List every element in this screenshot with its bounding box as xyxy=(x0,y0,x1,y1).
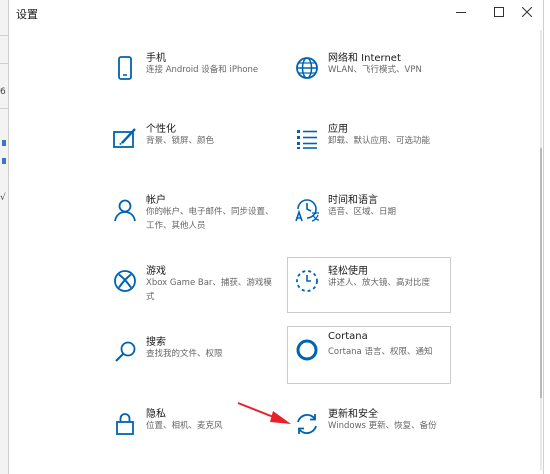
settings-window: 设置 手机 连接 Android 设备和 iPhone 网络和 Internet… xyxy=(8,0,544,474)
settings-tile-ease-of-access[interactable]: 轻松使用 讲述人、放大镜、高对比度 xyxy=(287,257,451,313)
background-glyph: √ xyxy=(0,193,6,203)
settings-tile-cortana[interactable]: Cortana Cortana 语言、权限、通知 xyxy=(287,326,451,384)
tile-title: 轻松使用 xyxy=(328,266,368,277)
tile-title: 网络和 Internet xyxy=(328,53,401,64)
tile-title: 时间和语言 xyxy=(328,195,378,206)
background-divider xyxy=(0,63,8,64)
tile-title: 帐户 xyxy=(146,195,166,206)
cortana-icon xyxy=(292,335,322,365)
settings-tile-network[interactable]: 网络和 Internet WLAN、飞行模式、VPN xyxy=(287,44,455,100)
settings-tile-privacy[interactable]: 隐私 位置、相机、麦克风 xyxy=(105,400,273,456)
settings-tile-search[interactable]: 搜索 查找我的文件、权限 xyxy=(105,328,273,384)
tile-title: 隐私 xyxy=(146,409,166,420)
tile-subtitle: 讲述人、放大镜、高对比度 xyxy=(328,278,431,288)
tile-title: 搜索 xyxy=(146,337,166,348)
time-language-icon xyxy=(292,195,322,225)
tile-subtitle: 语音、区域、日期 xyxy=(328,207,397,217)
scrollbar-thumb[interactable] xyxy=(540,148,542,398)
settings-tile-time-language[interactable]: 时间和语言 语音、区域、日期 xyxy=(287,186,455,242)
tile-title: 更新和安全 xyxy=(328,409,378,420)
tile-subtitle: 位置、相机、麦克风 xyxy=(146,421,223,431)
person-icon xyxy=(110,195,140,225)
tile-title: 个性化 xyxy=(146,124,176,135)
tile-subtitle: 卸载、默认应用、可选功能 xyxy=(328,136,431,146)
phone-icon xyxy=(110,53,140,83)
search-icon xyxy=(110,337,140,367)
tile-subtitle: Cortana 语言、权限、通知 xyxy=(328,347,433,357)
settings-tile-apps[interactable]: 应用 卸载、默认应用、可选功能 xyxy=(287,115,455,171)
tile-title: Cortana xyxy=(328,331,368,342)
ease-of-access-icon xyxy=(292,266,322,296)
tile-subtitle: 连接 Android 设备和 iPhone xyxy=(146,65,259,75)
tile-subtitle: 查找我的文件、权限 xyxy=(146,349,223,359)
update-sync-icon xyxy=(292,409,322,439)
title-bar[interactable]: 设置 xyxy=(9,0,543,24)
background-accent-mark xyxy=(2,158,6,164)
settings-tile-gaming[interactable]: 游戏 Xbox Game Bar、捕获、游戏模式 xyxy=(105,257,273,313)
tile-subtitle: Windows 更新、恢复、备份 xyxy=(328,421,437,431)
tile-title: 游戏 xyxy=(146,266,166,277)
close-button[interactable] xyxy=(511,0,543,24)
tile-title: 应用 xyxy=(328,124,348,135)
tile-subtitle: 背景、锁屏、颜色 xyxy=(146,136,215,146)
tile-title: 手机 xyxy=(146,53,166,64)
apps-list-icon xyxy=(292,124,322,154)
tile-subtitle: 你的帐户、电子邮件、同步设置、工作、其他人员 xyxy=(146,207,274,231)
background-divider xyxy=(0,35,8,36)
background-divider xyxy=(0,108,8,109)
tile-subtitle: WLAN、飞行模式、VPN xyxy=(328,65,422,75)
settings-tile-update-security[interactable]: 更新和安全 Windows 更新、恢复、备份 xyxy=(287,400,455,456)
maximize-icon xyxy=(494,7,504,17)
background-accent-mark xyxy=(2,140,6,146)
minimize-icon xyxy=(456,12,466,13)
settings-tile-phone[interactable]: 手机 连接 Android 设备和 iPhone xyxy=(105,44,273,100)
globe-icon xyxy=(292,53,322,83)
tile-subtitle: Xbox Game Bar、捕获、游戏模式 xyxy=(146,278,272,302)
settings-tile-personalization[interactable]: 个性化 背景、锁屏、颜色 xyxy=(105,115,273,171)
window-title: 设置 xyxy=(16,8,38,21)
personalization-icon xyxy=(110,124,140,154)
lock-icon xyxy=(110,409,140,439)
settings-tile-accounts[interactable]: 帐户 你的帐户、电子邮件、同步设置、工作、其他人员 xyxy=(105,186,274,242)
background-glyph: 6 xyxy=(0,87,6,97)
close-icon xyxy=(522,7,532,17)
xbox-icon xyxy=(110,266,140,296)
minimize-button[interactable] xyxy=(445,0,477,24)
